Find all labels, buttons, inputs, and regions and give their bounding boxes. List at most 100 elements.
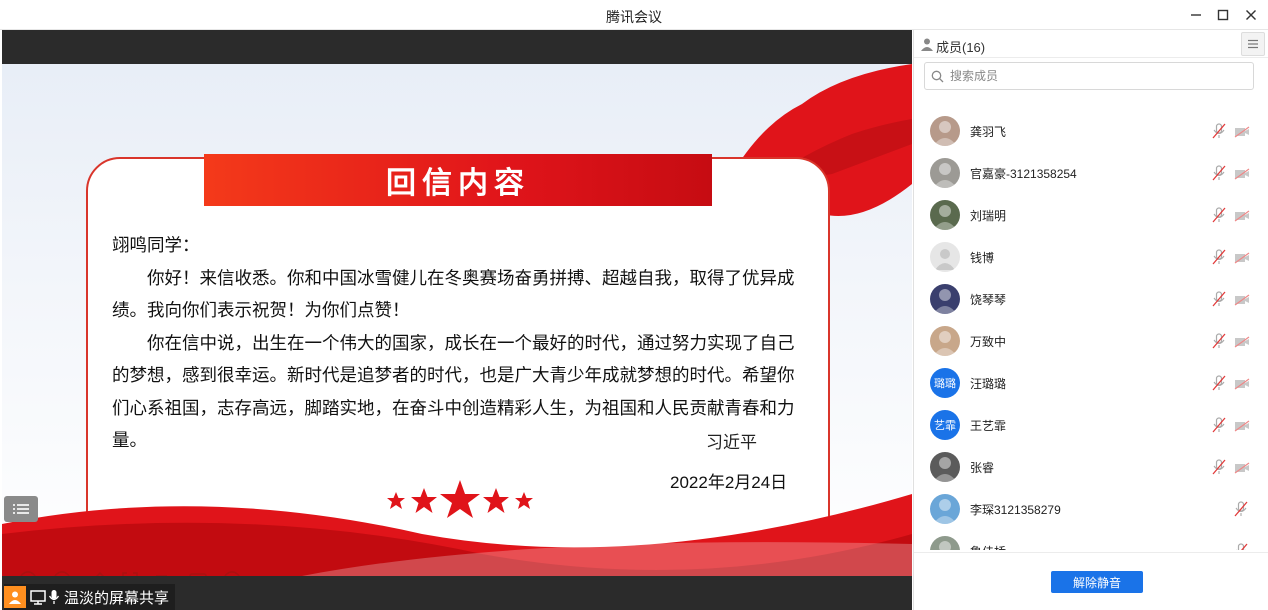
member-avatar: 璐璐 bbox=[930, 368, 960, 398]
muted-mic-icon[interactable] bbox=[1212, 165, 1226, 186]
member-search[interactable] bbox=[924, 62, 1254, 90]
member-avatar bbox=[930, 242, 960, 272]
pen-icon bbox=[95, 571, 105, 576]
member-avatar: 艺霏 bbox=[930, 410, 960, 440]
window-title: 腾讯会议 bbox=[606, 9, 662, 25]
photo-avatar-icon bbox=[933, 289, 957, 314]
member-avatar bbox=[930, 452, 960, 482]
camera-off-icon[interactable] bbox=[1234, 419, 1250, 437]
zoom-button[interactable] bbox=[118, 568, 142, 576]
more-icon bbox=[224, 571, 240, 576]
muted-mic-icon[interactable] bbox=[1212, 123, 1226, 144]
muted-mic-icon[interactable] bbox=[1212, 207, 1226, 228]
star-icon bbox=[483, 488, 509, 513]
camera-off-icon[interactable] bbox=[1234, 335, 1250, 353]
shared-screen: 回信内容 翊鸣同学： 你好！来信收悉。你和中国冰雪健儿在冬奥赛场奋勇拼搏、超越自… bbox=[2, 30, 912, 610]
unmute-all-button[interactable]: 解除静音 bbox=[1051, 571, 1143, 593]
member-name: 万致中 bbox=[970, 334, 1007, 349]
members-icon bbox=[921, 38, 933, 51]
member-name: 张睿 bbox=[970, 460, 995, 475]
camera-off-icon[interactable] bbox=[1234, 167, 1250, 185]
member-row[interactable]: 刘瑞明 bbox=[914, 194, 1268, 236]
member-avatar bbox=[930, 494, 960, 524]
meeting-window: 腾讯会议 回信内容 翊鸣同学： 你好！来信收悉。你和中国冰雪健儿在冬奥赛场奋勇拼… bbox=[0, 0, 1268, 610]
photo-avatar-icon bbox=[933, 499, 957, 524]
maximize-button[interactable] bbox=[1213, 5, 1233, 25]
muted-mic-icon[interactable] bbox=[1212, 459, 1226, 480]
camera-button[interactable] bbox=[152, 568, 176, 576]
member-avatar-text: 璐璐 bbox=[934, 378, 956, 390]
muted-mic-icon[interactable] bbox=[1212, 333, 1226, 354]
menu-icon bbox=[1248, 39, 1258, 49]
member-name: 汪璐璐 bbox=[970, 376, 1007, 391]
member-panel-header: 成员(16) bbox=[914, 30, 1268, 58]
muted-mic-icon[interactable] bbox=[1234, 543, 1248, 550]
star-icon bbox=[440, 480, 480, 518]
screen-share-text: 温淡的屏幕共享 bbox=[64, 589, 170, 607]
member-avatar-text: 艺霏 bbox=[934, 420, 956, 432]
minimize-button[interactable] bbox=[1186, 5, 1206, 25]
camera-off-icon[interactable] bbox=[1234, 125, 1250, 143]
pen-button[interactable] bbox=[84, 568, 108, 576]
user-icon bbox=[4, 586, 26, 608]
camera-off-icon[interactable] bbox=[1234, 251, 1250, 269]
member-search-input[interactable] bbox=[950, 69, 1230, 83]
photo-avatar-icon bbox=[933, 205, 957, 230]
muted-mic-icon[interactable] bbox=[1212, 417, 1226, 438]
member-name: 官嘉豪-3121358254 bbox=[970, 166, 1077, 181]
screen-share-label: 温淡的屏幕共享 bbox=[4, 584, 176, 610]
member-row[interactable]: 璐璐 汪璐璐 bbox=[914, 362, 1268, 404]
member-avatar bbox=[930, 326, 960, 356]
caption-icon bbox=[189, 573, 207, 576]
member-row[interactable]: 钱博 bbox=[914, 236, 1268, 278]
photo-avatar-icon bbox=[933, 163, 957, 188]
muted-mic-icon[interactable] bbox=[1212, 249, 1226, 270]
member-avatar bbox=[930, 536, 960, 550]
close-icon bbox=[1246, 10, 1256, 20]
member-name: 刘瑞明 bbox=[970, 208, 1007, 223]
member-row[interactable]: 饶琴琴 bbox=[914, 278, 1268, 320]
close-button[interactable] bbox=[1241, 5, 1261, 25]
star-icon bbox=[387, 492, 405, 509]
microphone-icon bbox=[48, 590, 60, 604]
five-stars-decoration bbox=[387, 480, 533, 518]
camera-off-icon[interactable] bbox=[1234, 461, 1250, 479]
member-row[interactable]: 张睿 bbox=[914, 446, 1268, 488]
member-row[interactable]: 鲁佳桥 bbox=[914, 530, 1268, 550]
muted-mic-icon[interactable] bbox=[1212, 375, 1226, 396]
member-list: 龚羽飞官嘉豪-3121358254 刘瑞明钱博饶琴琴万致中璐璐 汪璐璐艺霏 王艺霏张睿… bbox=[914, 110, 1268, 550]
member-name: 李琛3121358279 bbox=[970, 502, 1061, 517]
search-icon bbox=[931, 70, 944, 82]
previous-slide-button[interactable] bbox=[16, 568, 40, 576]
member-avatar bbox=[930, 284, 960, 314]
member-name: 饶琴琴 bbox=[970, 292, 1007, 307]
more-button[interactable] bbox=[220, 568, 244, 576]
member-name: 钱博 bbox=[970, 250, 995, 265]
member-row[interactable]: 龚羽飞 bbox=[914, 110, 1268, 152]
camera-off-icon[interactable] bbox=[1234, 209, 1250, 227]
photo-avatar-icon bbox=[933, 331, 957, 356]
camera-off-icon[interactable] bbox=[1234, 293, 1250, 311]
camera-off-icon[interactable] bbox=[1234, 377, 1250, 395]
member-row[interactable]: 李琛3121358279 bbox=[914, 488, 1268, 530]
star-icon bbox=[411, 488, 437, 513]
member-name: 王艺霏 bbox=[970, 418, 1007, 433]
member-row[interactable]: 万致中 bbox=[914, 320, 1268, 362]
muted-mic-icon[interactable] bbox=[1212, 291, 1226, 312]
muted-mic-icon[interactable] bbox=[1234, 501, 1248, 522]
presentation-slide: 回信内容 翊鸣同学： 你好！来信收悉。你和中国冰雪健儿在冬奥赛场奋勇拼搏、超越自… bbox=[2, 64, 912, 576]
member-avatar bbox=[930, 158, 960, 188]
star-icon bbox=[515, 492, 533, 509]
member-row[interactable]: 官嘉豪-3121358254 bbox=[914, 152, 1268, 194]
slide-catalog-button[interactable] bbox=[4, 496, 38, 522]
screen-share-icon bbox=[30, 590, 46, 605]
photo-avatar-icon bbox=[933, 121, 957, 146]
subtitle-button[interactable] bbox=[186, 568, 210, 576]
member-row[interactable]: 艺霏 王艺霏 bbox=[914, 404, 1268, 446]
previous-icon bbox=[20, 571, 36, 576]
member-panel: 成员(16) 龚羽飞官嘉豪-3121358254 刘瑞明钱博饶琴琴万致中璐璐 汪璐璐… bbox=[913, 30, 1268, 610]
next-slide-button[interactable] bbox=[50, 568, 74, 576]
panel-menu-button[interactable] bbox=[1241, 32, 1265, 56]
presentation-toolbar bbox=[16, 562, 244, 576]
next-icon bbox=[54, 571, 70, 576]
